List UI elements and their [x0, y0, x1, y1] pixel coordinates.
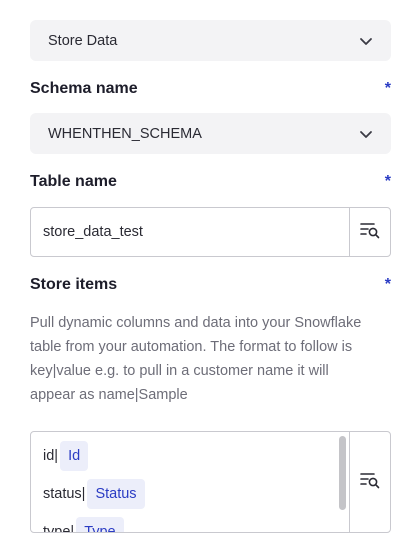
- schema-label: Schema name: [30, 80, 138, 97]
- store-item-key: type|: [43, 524, 75, 532]
- chevron-down-icon: [359, 127, 373, 141]
- store-item-key: id|: [43, 448, 59, 464]
- required-mark: *: [384, 173, 391, 190]
- store-item-line: type| Type: [43, 517, 124, 532]
- variable-search-icon: [360, 221, 380, 244]
- store-select[interactable]: Store Data: [30, 20, 391, 61]
- store-item-line: id| Id: [43, 441, 89, 471]
- variable-pill[interactable]: Status: [87, 479, 145, 509]
- variable-pill[interactable]: Id: [60, 441, 89, 471]
- variable-pill[interactable]: Type: [76, 517, 124, 532]
- schema-select-value: WHENTHEN_SCHEMA: [48, 125, 202, 142]
- store-item-line: status| Status: [43, 479, 145, 509]
- store-items-label-row: Store items *: [30, 274, 391, 296]
- table-label: Table name: [30, 173, 117, 190]
- store-items-label: Store items: [30, 276, 118, 293]
- store-items-help-text: Pull dynamic columns and data into your …: [30, 315, 362, 403]
- store-items-editor[interactable]: id| Id status| Status type| Type: [31, 432, 337, 532]
- store-item-key: status|: [43, 486, 86, 502]
- store-select-value: Store Data: [48, 32, 118, 49]
- chevron-down-icon: [359, 34, 373, 48]
- scrollbar-thumb[interactable]: [339, 436, 346, 510]
- table-name-field[interactable]: store_data_test: [30, 207, 391, 257]
- variable-search-icon: [360, 471, 380, 494]
- schema-label-row: Schema name *: [30, 78, 391, 100]
- scrollbar[interactable]: [337, 432, 349, 532]
- table-name-input[interactable]: store_data_test: [31, 208, 349, 256]
- table-label-row: Table name *: [30, 171, 391, 193]
- schema-select[interactable]: WHENTHEN_SCHEMA: [30, 113, 391, 154]
- required-mark: *: [384, 276, 391, 293]
- store-items-field[interactable]: id| Id status| Status type| Type: [30, 431, 391, 533]
- variable-picker-button[interactable]: [349, 208, 390, 256]
- variable-picker-button[interactable]: [349, 432, 390, 532]
- required-mark: *: [384, 80, 391, 97]
